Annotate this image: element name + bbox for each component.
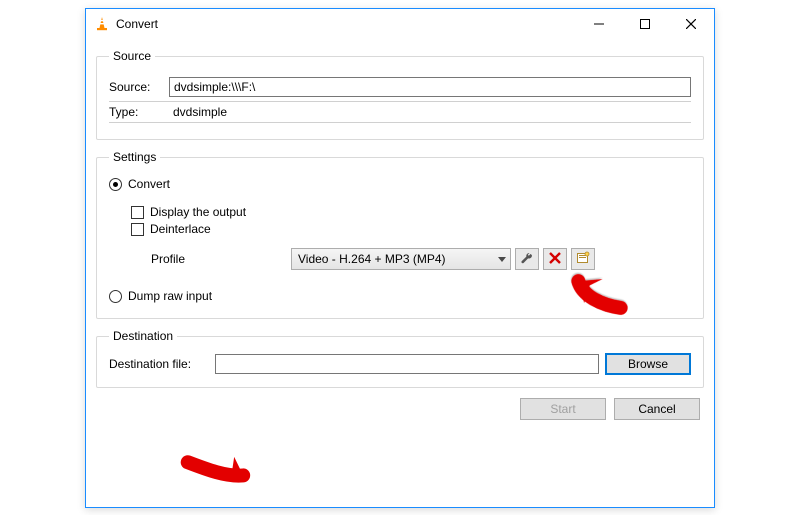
x-icon — [549, 252, 561, 267]
window-title: Convert — [116, 17, 158, 31]
source-label: Source: — [109, 80, 169, 94]
settings-group: Settings Convert Display the output Dein… — [96, 150, 704, 319]
maximize-button[interactable] — [622, 9, 668, 39]
type-value: dvdsimple — [169, 105, 227, 119]
new-profile-icon — [576, 251, 590, 268]
convert-radio-input[interactable] — [109, 178, 122, 191]
destination-legend: Destination — [109, 329, 177, 343]
destination-file-input[interactable] — [215, 354, 599, 374]
convert-dialog: Convert Source Source: — [85, 8, 715, 508]
deinterlace-checkbox-input[interactable] — [131, 223, 144, 236]
wrench-icon — [520, 251, 534, 268]
source-group: Source Source: Type: dvdsimple — [96, 49, 704, 140]
start-button[interactable]: Start — [520, 398, 606, 420]
display-output-checkbox[interactable]: Display the output — [131, 205, 691, 219]
dump-raw-radio-input[interactable] — [109, 290, 122, 303]
deinterlace-checkbox[interactable]: Deinterlace — [131, 222, 691, 236]
display-output-checkbox-input[interactable] — [131, 206, 144, 219]
close-button[interactable] — [668, 9, 714, 39]
deinterlace-label: Deinterlace — [150, 222, 211, 236]
profile-combobox[interactable]: Video - H.264 + MP3 (MP4) — [291, 248, 511, 270]
titlebar: Convert — [86, 9, 714, 39]
dump-raw-label: Dump raw input — [128, 289, 212, 303]
profile-value: Video - H.264 + MP3 (MP4) — [298, 252, 446, 266]
display-output-label: Display the output — [150, 205, 246, 219]
source-input[interactable] — [169, 77, 691, 97]
window-controls — [576, 9, 714, 39]
new-profile-button[interactable] — [571, 248, 595, 270]
profile-label: Profile — [151, 252, 231, 266]
convert-radio-label: Convert — [128, 177, 170, 191]
convert-radio[interactable]: Convert — [109, 177, 691, 191]
minimize-button[interactable] — [576, 9, 622, 39]
dialog-footer: Start Cancel — [96, 398, 704, 420]
source-legend: Source — [109, 49, 155, 63]
delete-profile-button[interactable] — [543, 248, 567, 270]
dump-raw-radio[interactable]: Dump raw input — [109, 289, 691, 303]
type-label: Type: — [109, 105, 169, 119]
settings-legend: Settings — [109, 150, 160, 164]
vlc-cone-icon — [94, 16, 110, 32]
browse-button[interactable]: Browse — [605, 353, 691, 375]
chevron-down-icon — [498, 252, 506, 266]
destination-group: Destination Destination file: Browse — [96, 329, 704, 388]
destination-file-label: Destination file: — [109, 357, 209, 371]
edit-profile-button[interactable] — [515, 248, 539, 270]
cancel-button[interactable]: Cancel — [614, 398, 700, 420]
